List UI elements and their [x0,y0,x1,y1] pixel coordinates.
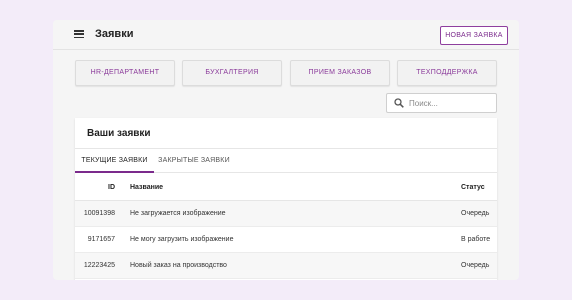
requests-card: Ваши заявки Текущие заявки Закрытые заяв… [75,118,497,280]
request-name: Не загружается изображение [130,210,226,217]
active-tab-indicator [75,171,154,173]
department-button-accounting[interactable]: Бухгалтерия [182,60,282,86]
search-input[interactable] [409,96,493,111]
request-name: Не могу загрузить изображение [130,236,234,243]
request-status: В работе [461,236,491,243]
department-button-support[interactable]: Техподдержка [397,60,497,86]
department-button-orders[interactable]: Прием заказов [290,60,390,86]
search-box[interactable] [386,93,497,113]
app-window: Заявки Новая заявка HR-департамент Бухга… [53,20,519,280]
new-request-button[interactable]: Новая заявка [440,26,508,45]
request-name: Новый заказ на производство [130,262,227,269]
department-button-hr[interactable]: HR-департамент [75,60,175,86]
column-header-id[interactable]: ID [108,174,115,201]
request-status: Очередь [461,262,490,269]
table-header: ID Название Статус [75,174,497,201]
card-title: Ваши заявки [87,128,151,139]
app-bar: Заявки Новая заявка [53,20,519,50]
page-title: Заявки [95,28,134,40]
department-buttons: HR-департамент Бухгалтерия Прием заказов… [75,60,497,86]
menu-icon[interactable] [74,30,84,39]
request-status: Очередь [461,210,490,217]
tabs: Текущие заявки Закрытые заявки [75,149,497,173]
request-id: 10091398 [83,210,115,217]
tab-current-requests[interactable]: Текущие заявки [75,149,154,173]
column-header-name[interactable]: Название [130,174,163,201]
table-row[interactable]: 10091398 Не загружается изображение Очер… [75,201,497,227]
requests-table: ID Название Статус 10091398 Не загружает… [75,174,497,279]
request-id: 9171657 [87,236,115,243]
request-id: 12223425 [83,262,115,269]
search-icon [394,98,404,108]
tab-closed-requests[interactable]: Закрытые заявки [154,149,234,173]
table-row[interactable]: 9171657 Не могу загрузить изображение В … [75,227,497,253]
column-header-status[interactable]: Статус [461,174,485,201]
table-row[interactable]: 12223425 Новый заказ на производство Оче… [75,253,497,279]
